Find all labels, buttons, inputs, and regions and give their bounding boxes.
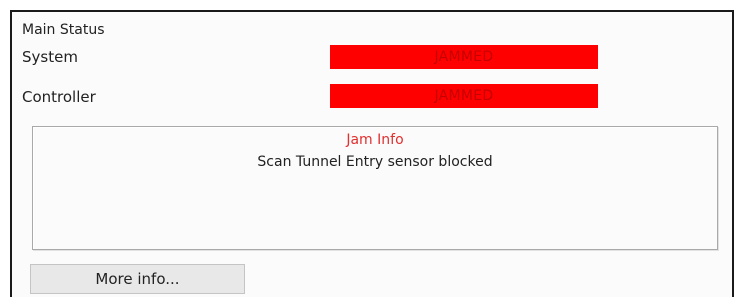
controller-label: Controller xyxy=(22,88,96,106)
panel-title: Main Status xyxy=(22,22,105,38)
jam-info-message: Scan Tunnel Entry sensor blocked xyxy=(257,154,493,170)
controller-status-badge: JAMMED xyxy=(330,84,598,108)
system-label: System xyxy=(22,48,78,66)
jam-info-box: Jam Info Scan Tunnel Entry sensor blocke… xyxy=(32,126,718,250)
jam-info-title: Jam Info xyxy=(346,132,404,148)
system-status-badge: JAMMED xyxy=(330,45,598,69)
more-info-button[interactable]: More info... xyxy=(30,264,245,294)
